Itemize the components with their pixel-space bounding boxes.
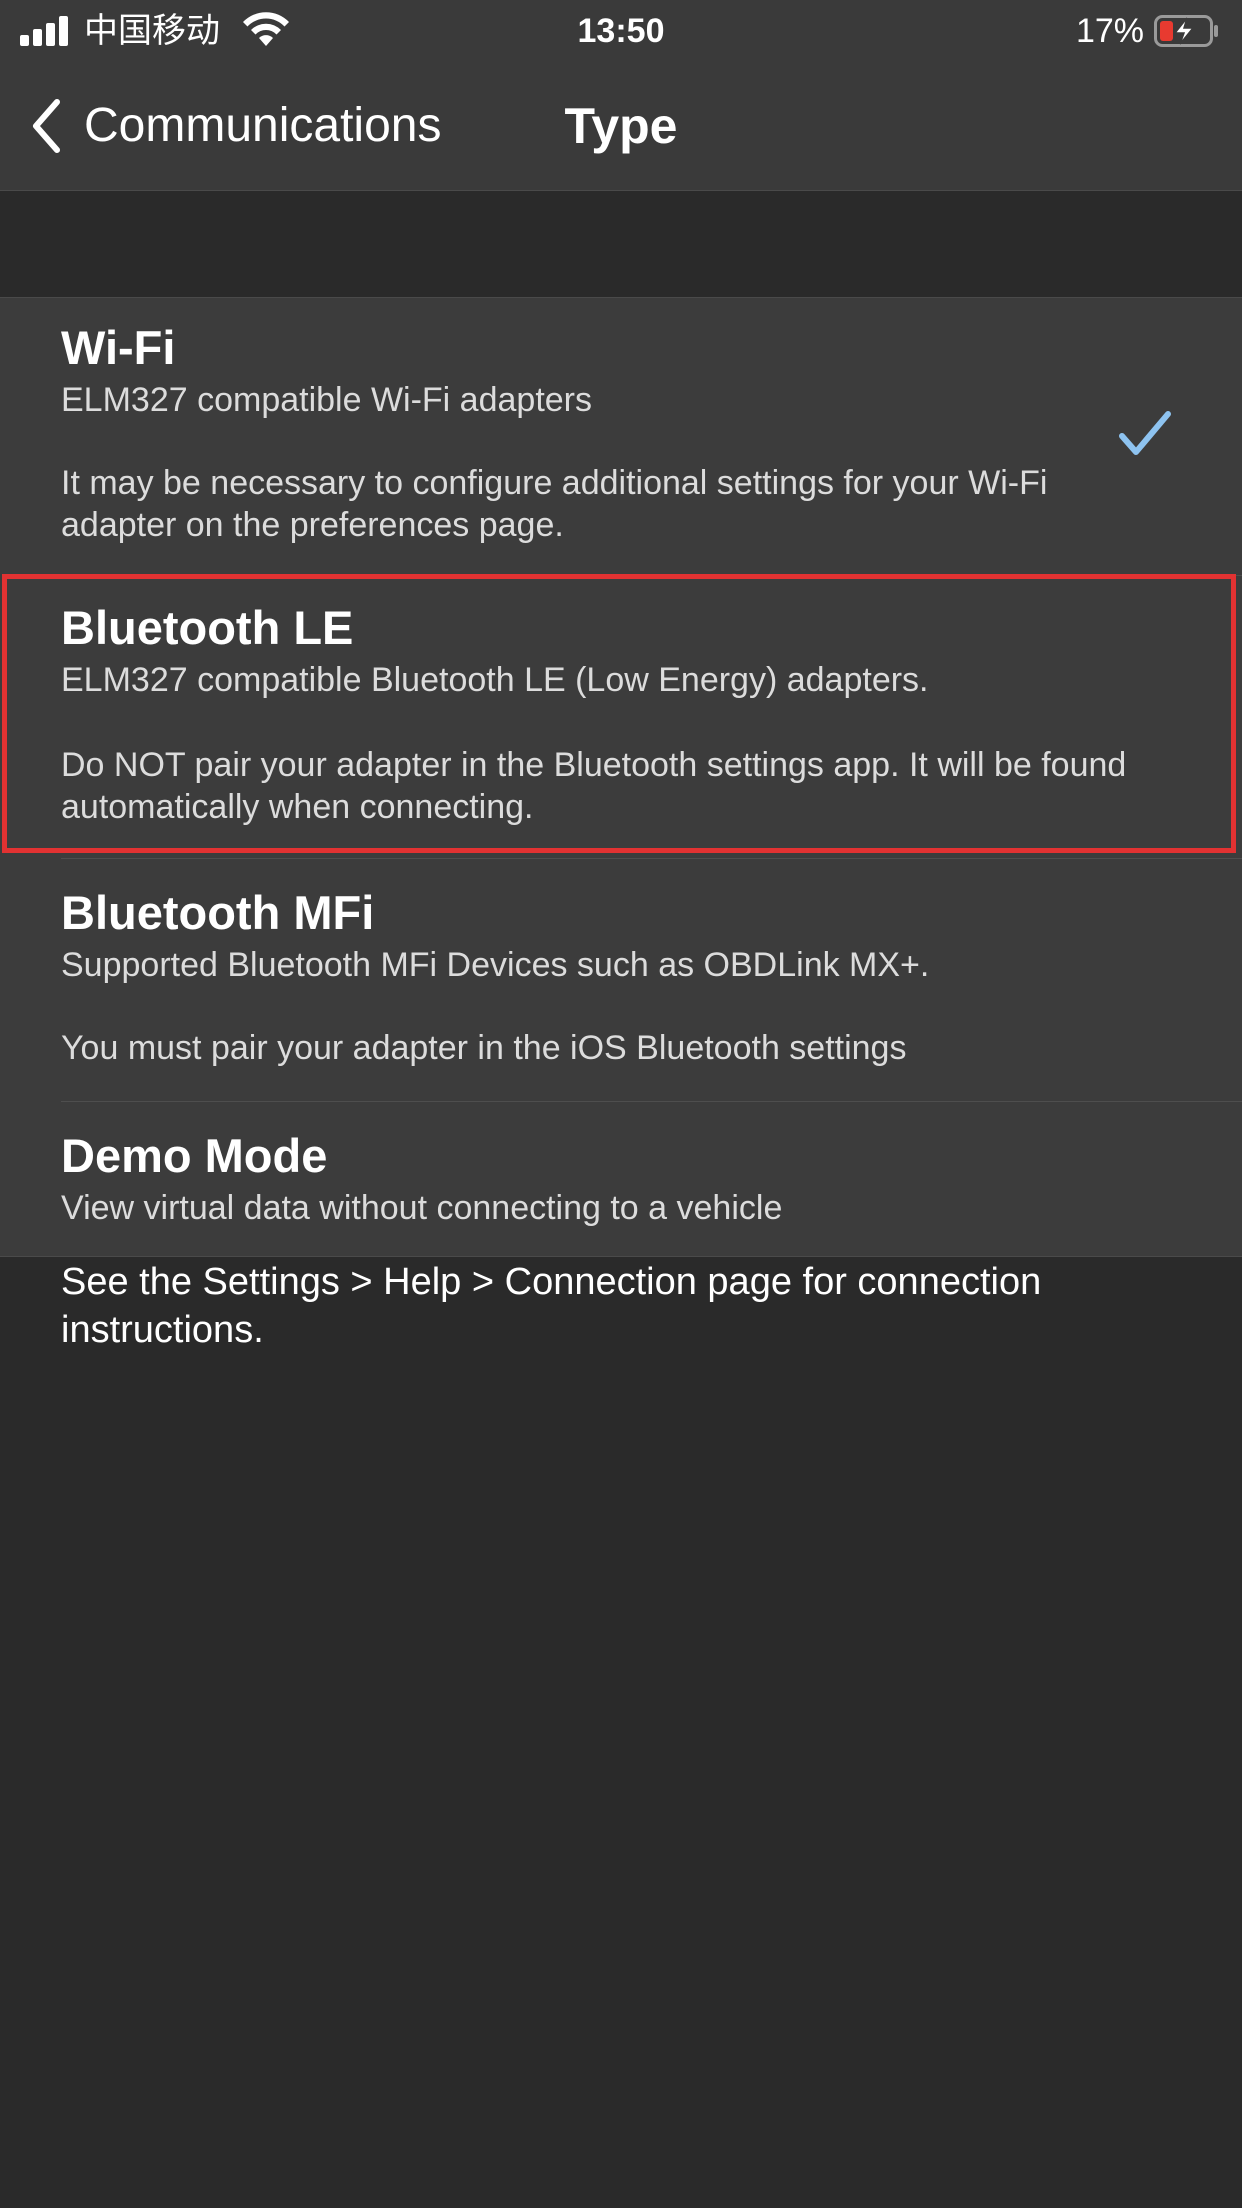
battery-percentage: 17%: [1075, 12, 1144, 50]
list-bottom-border: [0, 1256, 1242, 1257]
option-note: It may be necessary to configure additio…: [61, 464, 1048, 544]
option-title: Wi-Fi: [61, 321, 176, 374]
status-bar: 中国移动 13:50 17%: [0, 0, 1242, 62]
option-title: Bluetooth MFi: [61, 886, 375, 939]
chevron-left-icon: [33, 99, 60, 153]
checkmark-icon: [1119, 411, 1171, 455]
option-subtitle: View virtual data without connecting to …: [61, 1189, 783, 1227]
footer-help-text: See the Settings > Help > Connection pag…: [61, 1261, 1042, 1351]
section-header-spacer: [0, 191, 1242, 298]
option-subtitle: Supported Bluetooth MFi Devices such as …: [61, 946, 930, 984]
option-bluetooth-le[interactable]: Bluetooth LE ELM327 compatible Bluetooth…: [0, 574, 1242, 859]
back-button[interactable]: Communications: [30, 86, 441, 166]
option-bluetooth-mfi[interactable]: Bluetooth MFi Supported Bluetooth MFi De…: [0, 859, 1242, 1102]
battery-charging-icon: [1154, 15, 1218, 47]
navigation-bar: Type Communications: [0, 62, 1242, 191]
back-button-label: Communications: [84, 99, 442, 152]
option-note: Do NOT pair your adapter in the Bluetoot…: [61, 746, 1127, 826]
option-title: Bluetooth LE: [61, 601, 354, 654]
clock: 13:50: [577, 12, 665, 50]
option-note: You must pair your adapter in the iOS Bl…: [61, 1029, 907, 1067]
connection-type-list: Wi-Fi ELM327 compatible Wi-Fi adapters I…: [0, 298, 1242, 1256]
option-subtitle: ELM327 compatible Wi-Fi adapters: [61, 381, 593, 419]
option-subtitle: ELM327 compatible Bluetooth LE (Low Ener…: [61, 661, 929, 699]
option-demo-mode[interactable]: Demo Mode View virtual data without conn…: [0, 1102, 1242, 1256]
option-title: Demo Mode: [61, 1129, 328, 1182]
option-wifi[interactable]: Wi-Fi ELM327 compatible Wi-Fi adapters I…: [0, 298, 1242, 576]
